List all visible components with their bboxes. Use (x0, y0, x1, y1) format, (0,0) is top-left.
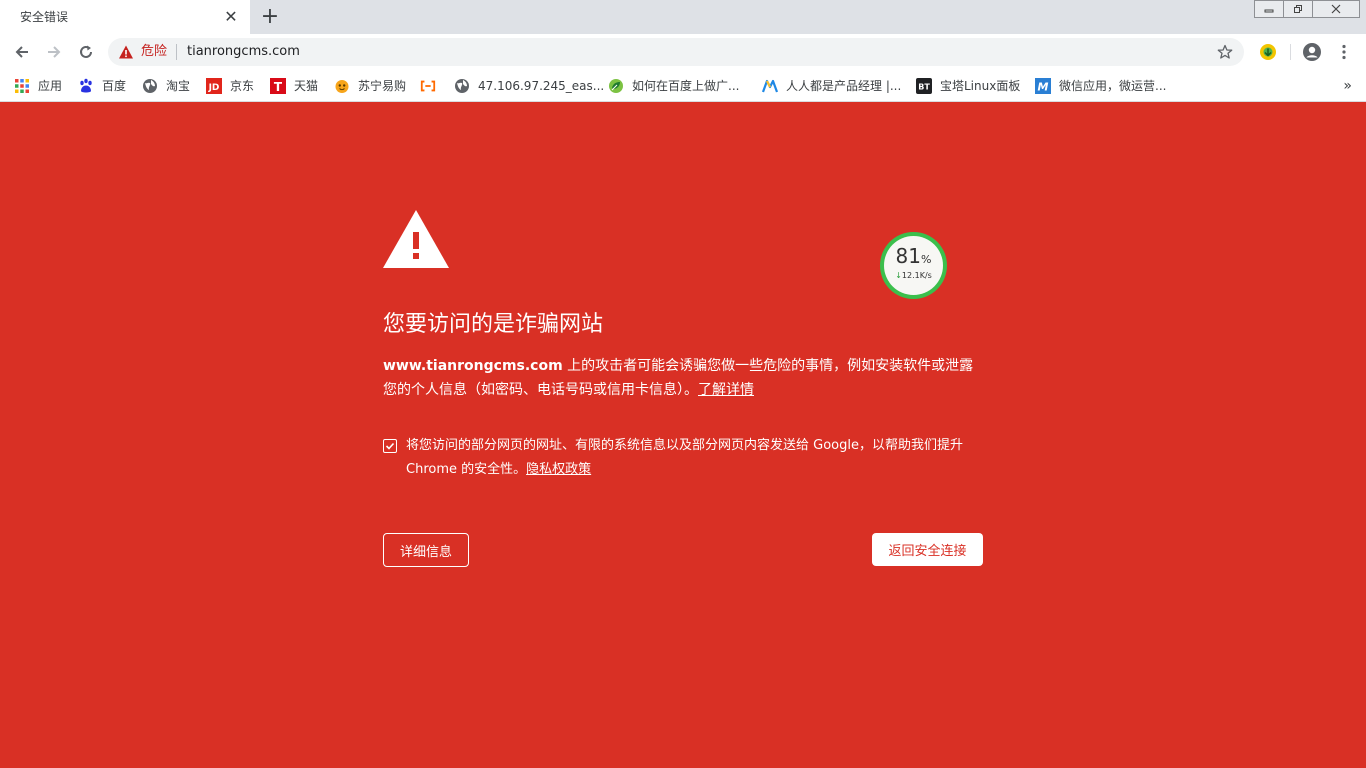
forward-button[interactable] (42, 40, 66, 64)
bookmarks-bar: 应用 百度 淘宝 JD 京东 T 天猫 苏宁易购 47.106.97.245_e… (0, 70, 1366, 102)
bookmark-ip[interactable]: 47.106.97.245_eas... (454, 76, 604, 96)
tmall-icon: T (270, 78, 286, 94)
speed-widget-face: 81% ↓12.1K/s (884, 236, 943, 295)
bookmark-label: 如何在百度上做广... (632, 79, 740, 93)
bookmark-label: 人人都是产品经理 |... (786, 79, 902, 93)
profile-avatar-icon[interactable] (1302, 42, 1322, 62)
baidu-paw-icon (78, 78, 94, 94)
bookmark-label: 百度 (102, 79, 127, 93)
reload-icon (80, 45, 92, 58)
toolbar-divider (1290, 44, 1291, 60)
page-title: 您要访问的是诈骗网站 (383, 312, 604, 337)
reload-button[interactable] (74, 40, 98, 64)
bookmark-label: 淘宝 (166, 79, 191, 93)
bookmark-label: 京东 (230, 79, 255, 93)
site-domain: www.tianrongcms.com (383, 358, 563, 374)
bookmark-baidu-ads[interactable]: 如何在百度上做广... (608, 76, 739, 96)
bookmark-star-button[interactable] (1216, 43, 1234, 61)
warning-icon (119, 45, 133, 59)
tab-title: 安全错误 (20, 10, 69, 24)
bookmark-label: 宝塔Linux面板 (940, 79, 1021, 93)
bookmark-label: 47.106.97.245_eas... (478, 79, 605, 93)
back-to-safety-button[interactable]: 返回安全连接 (872, 533, 983, 566)
arrow-right-icon (48, 46, 61, 58)
bookmark-label: 苏宁易购 (358, 79, 407, 93)
bookmark-woshipm[interactable]: 人人都是产品经理 |... (762, 76, 901, 96)
speed-percent-value: 81 (895, 244, 921, 268)
tab-active[interactable]: 安全错误 ✕ (0, 0, 250, 34)
minimize-button[interactable] (1254, 0, 1284, 18)
close-icon (1331, 4, 1341, 14)
bookmarks-overflow-button[interactable]: » (1343, 76, 1352, 96)
warning-message: www.tianrongcms.com 上的攻击者可能会诱骗您做一些危险的事情，… (383, 354, 983, 402)
toolbar: 危险 tianrongcms.com (0, 34, 1366, 70)
warning-triangle-icon (383, 210, 449, 268)
leaf-icon (608, 78, 624, 94)
suning-icon (334, 78, 350, 94)
more-vert-icon (1342, 44, 1346, 60)
bookmark-label: 天猫 (294, 79, 319, 93)
aliyun-icon (420, 78, 436, 94)
arrow-left-icon (15, 46, 28, 58)
speed-rate: ↓12.1K/s (884, 271, 943, 281)
svg-text:JD: JD (208, 83, 220, 93)
danger-label[interactable]: 危险 (141, 44, 167, 60)
jd-icon: JD (206, 78, 222, 94)
speed-widget[interactable]: 81% ↓12.1K/s (880, 232, 947, 299)
m-icon: M (1035, 78, 1051, 94)
interstitial-page: 您要访问的是诈骗网站 www.tianrongcms.com 上的攻击者可能会诱… (0, 102, 1366, 768)
globe-icon (454, 78, 470, 94)
bookmark-apps[interactable]: 应用 (14, 76, 62, 96)
download-arrow-icon: ↓ (895, 271, 902, 280)
url-text[interactable]: tianrongcms.com (187, 44, 300, 60)
restore-icon (1294, 5, 1302, 13)
bookmark-suning[interactable]: 苏宁易购 (334, 76, 406, 96)
bookmark-baidu[interactable]: 百度 (78, 76, 126, 96)
bookmark-label: 微信应用，微运营... (1059, 79, 1167, 93)
details-button[interactable]: 详细信息 (383, 533, 469, 567)
address-bar[interactable]: 危险 tianrongcms.com (108, 38, 1244, 66)
bookmark-label: 应用 (38, 79, 63, 93)
woshipm-icon (762, 78, 778, 94)
chrome-menu-button[interactable] (1336, 42, 1352, 62)
privacy-policy-link[interactable]: 隐私权政策 (526, 462, 591, 477)
learn-more-link[interactable]: 了解详情 (698, 382, 754, 398)
bookmark-jd[interactable]: JD 京东 (206, 76, 254, 96)
svg-text:M: M (1038, 81, 1049, 94)
window-controls (1254, 0, 1360, 18)
send-report-checkbox[interactable] (383, 439, 397, 453)
extension-icon[interactable] (1258, 42, 1278, 62)
restore-button[interactable] (1283, 0, 1313, 18)
new-tab-button[interactable]: + (258, 5, 282, 29)
globe-icon (142, 78, 158, 94)
omnibox-separator (176, 44, 177, 60)
apps-grid-icon (14, 78, 30, 94)
speed-percent-sign: % (921, 253, 932, 266)
send-report-label: 将您访问的部分网页的网址、有限的系统信息以及部分网页内容发送给 Google，以… (406, 438, 963, 477)
send-report-text: 将您访问的部分网页的网址、有限的系统信息以及部分网页内容发送给 Google，以… (406, 434, 986, 482)
bookmark-tmall[interactable]: T 天猫 (270, 76, 318, 96)
tab-close-icon[interactable]: ✕ (222, 8, 240, 26)
close-window-button[interactable] (1312, 0, 1360, 18)
bookmark-weixin-app[interactable]: M 微信应用，微运营... (1035, 76, 1166, 96)
bookmark-bt-panel[interactable]: BT 宝塔Linux面板 (916, 76, 1020, 96)
bt-icon: BT (916, 78, 932, 94)
minimize-icon (1264, 9, 1274, 13)
bookmark-aliyun[interactable] (420, 76, 444, 96)
speed-percent: 81% (884, 245, 943, 271)
svg-text:BT: BT (918, 83, 930, 92)
back-button[interactable] (10, 40, 34, 64)
star-icon (1217, 44, 1233, 59)
svg-text:T: T (274, 80, 283, 94)
checkmark-icon (385, 442, 395, 450)
tab-strip: 安全错误 ✕ + (0, 0, 1366, 34)
speed-rate-value: 12.1K/s (901, 271, 932, 280)
bookmark-taobao[interactable]: 淘宝 (142, 76, 190, 96)
